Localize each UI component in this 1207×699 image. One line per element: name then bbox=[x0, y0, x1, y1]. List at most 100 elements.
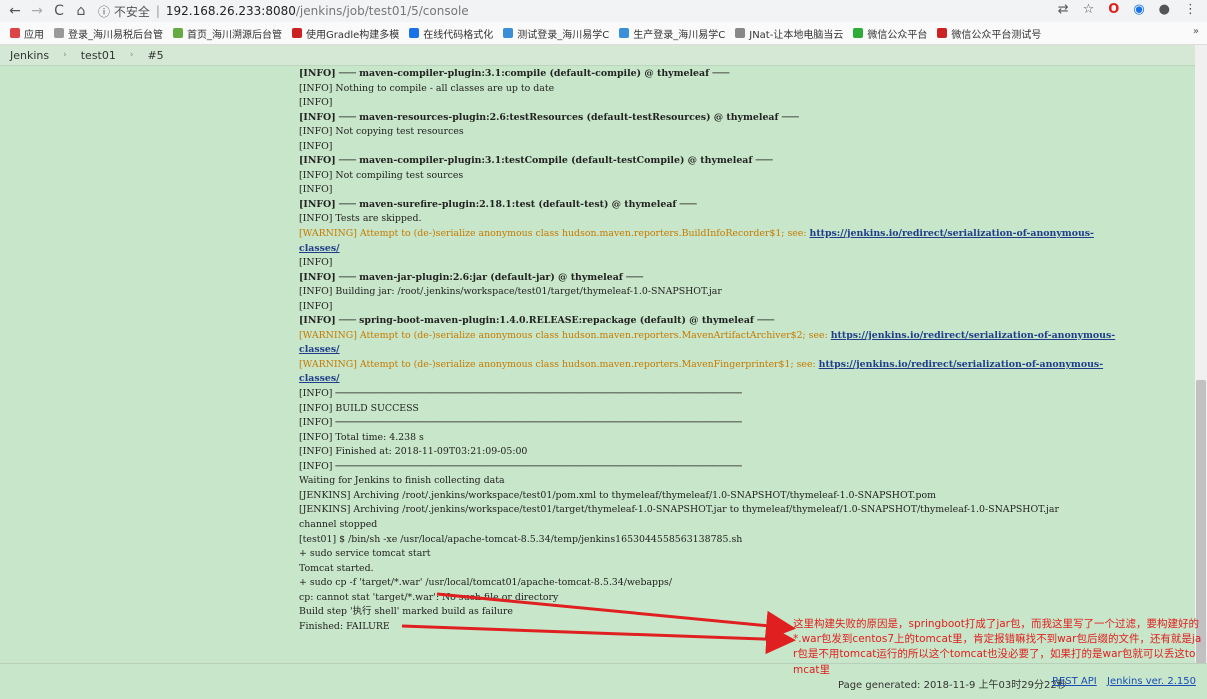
console-link[interactable]: classes/ bbox=[299, 243, 340, 254]
bookmark-label: 微信公众平台测试号 bbox=[951, 29, 1042, 41]
console-line-text: [WARNING] Attempt to (de-)serialize anon… bbox=[299, 358, 819, 370]
bookmark-item[interactable]: 生产登录_海川易学C bbox=[619, 26, 725, 41]
bookmark-label: 使用Gradle构建多模 bbox=[306, 29, 400, 41]
console-line-text: [INFO] bbox=[299, 257, 333, 269]
bookmark-icon bbox=[735, 28, 746, 38]
bookmark-icon bbox=[292, 28, 302, 38]
breadcrumb-build[interactable]: #5 bbox=[147, 49, 163, 62]
page-generated: Page generated: 2018-11-9 上午03时29分22秒 bbox=[838, 680, 1067, 691]
console-line: [INFO] bbox=[299, 96, 1179, 111]
console-line: [INFO] ─── maven-resources-plugin:2.6:te… bbox=[299, 111, 1179, 126]
arrow-right-icon[interactable]: → bbox=[30, 3, 44, 19]
profile-icon[interactable]: ● bbox=[1159, 2, 1170, 17]
console-line: classes/ bbox=[299, 372, 1179, 387]
bookmark-item[interactable]: 在线代码格式化 bbox=[409, 26, 493, 41]
address-divider: | bbox=[155, 4, 160, 18]
console-line: cp: cannot stat 'target/*.war': No such … bbox=[299, 591, 1179, 606]
home-icon[interactable]: ⌂ bbox=[74, 3, 88, 19]
console-link[interactable]: classes/ bbox=[299, 344, 340, 355]
console-line: [INFO] ─────────────────────────────────… bbox=[299, 416, 1179, 431]
console-line: [INFO] Building jar: /root/.jenkins/work… bbox=[299, 285, 1179, 300]
console-warning-line: [WARNING] Attempt to (de-)serialize anon… bbox=[299, 227, 1179, 242]
console-link[interactable]: https://jenkins.io/redirect/serializatio… bbox=[819, 359, 1103, 370]
bookmark-label: 生产登录_海川易学C bbox=[633, 29, 726, 41]
console-line-text: [INFO] Not copying test resources bbox=[299, 126, 464, 138]
console-line: [INFO] ─────────────────────────────────… bbox=[299, 387, 1179, 402]
bookmark-item[interactable]: 测试登录_海川易学C bbox=[503, 26, 609, 41]
breadcrumb-separator: › bbox=[129, 50, 134, 60]
console-line: [INFO] Finished at: 2018-11-09T03:21:09-… bbox=[299, 445, 1179, 460]
opera-icon[interactable]: O bbox=[1108, 2, 1119, 17]
bookmark-label: 首页_海川溯源后台管 bbox=[187, 29, 282, 41]
console-line-text: [INFO] ─── spring-boot-maven-plugin:1.4.… bbox=[299, 315, 775, 327]
bookmark-item[interactable]: 应用 bbox=[10, 26, 44, 41]
console-warning-line: [WARNING] Attempt to (de-)serialize anon… bbox=[299, 358, 1179, 373]
console-line-text: [INFO] ─────────────────────────────────… bbox=[299, 417, 742, 429]
bookmark-icon bbox=[853, 28, 864, 38]
console-link[interactable]: https://jenkins.io/redirect/serializatio… bbox=[831, 330, 1115, 341]
console-line-text: [INFO] ─── maven-compiler-plugin:3.1:tes… bbox=[299, 155, 773, 167]
console-line: channel stopped bbox=[299, 518, 1179, 533]
bookmarks-bar: 应用 登录_海川易税后台管 首页_海川溯源后台管 使用Gradle构建多模 在线代码格式… bbox=[0, 22, 1207, 45]
console-line-text: [JENKINS] Archiving /root/.jenkins/works… bbox=[299, 489, 937, 501]
annotation-note: 这里构建失败的原因是，springboot打成了jar包，而我这里写了一个过滤，… bbox=[793, 618, 1202, 676]
bookmarks-more-icon[interactable]: » bbox=[1193, 26, 1199, 37]
bookmark-label: 应用 bbox=[24, 29, 44, 41]
console-line: [JENKINS] Archiving /root/.jenkins/works… bbox=[299, 503, 1179, 518]
bookmark-icon bbox=[173, 28, 183, 38]
console-line-text: [INFO] ─── maven-surefire-plugin:2.18.1:… bbox=[299, 198, 697, 210]
bookmark-item[interactable]: 微信公众平台 bbox=[853, 26, 927, 41]
bookmark-item[interactable]: 登录_海川易税后台管 bbox=[54, 26, 163, 41]
bookmark-item[interactable]: JNat-让本地电脑当云 bbox=[735, 26, 843, 41]
reload-icon[interactable]: C bbox=[52, 3, 66, 19]
console-line: [INFO] BUILD SUCCESS bbox=[299, 402, 1179, 417]
breadcrumb: Jenkins › test01 › #5 bbox=[0, 45, 1207, 66]
bookmark-label: 在线代码格式化 bbox=[423, 29, 494, 41]
breadcrumb-jenkins[interactable]: Jenkins bbox=[10, 49, 49, 62]
console-line-text: channel stopped bbox=[299, 518, 378, 530]
console-line-text: cp: cannot stat 'target/*.war': No such … bbox=[299, 591, 559, 603]
bookmark-item[interactable]: 微信公众平台测试号 bbox=[937, 26, 1041, 41]
scrollbar[interactable] bbox=[1195, 45, 1207, 680]
extension-icon[interactable]: ◉ bbox=[1133, 2, 1144, 17]
console-line-text: [INFO] Not compiling test sources bbox=[299, 169, 464, 181]
console-line-text: Finished: FAILURE bbox=[299, 620, 390, 632]
bookmark-icon bbox=[503, 28, 514, 38]
bookmark-icon bbox=[937, 28, 948, 38]
console-line-text: [INFO] Tests are skipped. bbox=[299, 213, 422, 225]
console-line-text: [INFO] bbox=[299, 184, 333, 196]
browser-actions: ⇄ ☆ O ◉ ● ⋮ bbox=[1058, 2, 1197, 17]
console-link[interactable]: https://jenkins.io/redirect/serializatio… bbox=[810, 228, 1094, 239]
breadcrumb-separator: › bbox=[63, 50, 67, 60]
console-warning-line: [WARNING] Attempt to (de-)serialize anon… bbox=[299, 329, 1179, 344]
console-link[interactable]: classes/ bbox=[299, 373, 340, 384]
bookmark-icon bbox=[409, 28, 420, 38]
console-line: [INFO] Not copying test resources bbox=[299, 125, 1179, 140]
console-line-text: [INFO] ─── maven-resources-plugin:2.6:te… bbox=[299, 111, 799, 123]
translate-icon[interactable]: ⇄ bbox=[1058, 2, 1069, 17]
bookmark-label: 微信公众平台 bbox=[867, 29, 928, 41]
console-line-text: [INFO] Finished at: 2018-11-09T03:21:09-… bbox=[299, 446, 528, 458]
console-line: [INFO] ─────────────────────────────────… bbox=[299, 460, 1179, 475]
console-line: [test01] $ /bin/sh -xe /usr/local/apache… bbox=[299, 533, 1179, 548]
menu-icon[interactable]: ⋮ bbox=[1184, 2, 1197, 17]
console-line-text: [INFO] Building jar: /root/.jenkins/work… bbox=[299, 286, 722, 298]
console-line: [INFO] ─── maven-jar-plugin:2.6:jar (def… bbox=[299, 271, 1179, 286]
bookmark-label: 测试登录_海川易学C bbox=[517, 29, 610, 41]
console-line: [INFO] ─── maven-compiler-plugin:3.1:tes… bbox=[299, 154, 1179, 169]
arrow-left-icon[interactable]: ← bbox=[8, 3, 22, 19]
bookmark-item[interactable]: 使用Gradle构建多模 bbox=[292, 26, 399, 41]
console-line: [INFO] bbox=[299, 300, 1179, 315]
console-line: [INFO] Total time: 4.238 s bbox=[299, 431, 1179, 446]
console-line-text: [INFO] ─── maven-jar-plugin:2.6:jar (def… bbox=[299, 271, 644, 283]
browser-toolbar: ← → C ⌂ ⓘ 不安全 | 192.168.26.233:8080 /jen… bbox=[0, 0, 1207, 22]
star-icon[interactable]: ☆ bbox=[1083, 2, 1095, 17]
console-line: Waiting for Jenkins to finish collecting… bbox=[299, 474, 1179, 489]
bookmark-item[interactable]: 首页_海川溯源后台管 bbox=[173, 26, 282, 41]
console-line: [INFO] bbox=[299, 183, 1179, 198]
breadcrumb-job[interactable]: test01 bbox=[81, 49, 116, 62]
bookmark-label: JNat-让本地电脑当云 bbox=[749, 29, 844, 41]
security-label[interactable]: ⓘ 不安全 bbox=[98, 3, 150, 20]
address-bar[interactable]: ⓘ 不安全 | 192.168.26.233:8080 /jenkins/job… bbox=[98, 3, 469, 20]
bookmark-icon bbox=[619, 28, 630, 38]
